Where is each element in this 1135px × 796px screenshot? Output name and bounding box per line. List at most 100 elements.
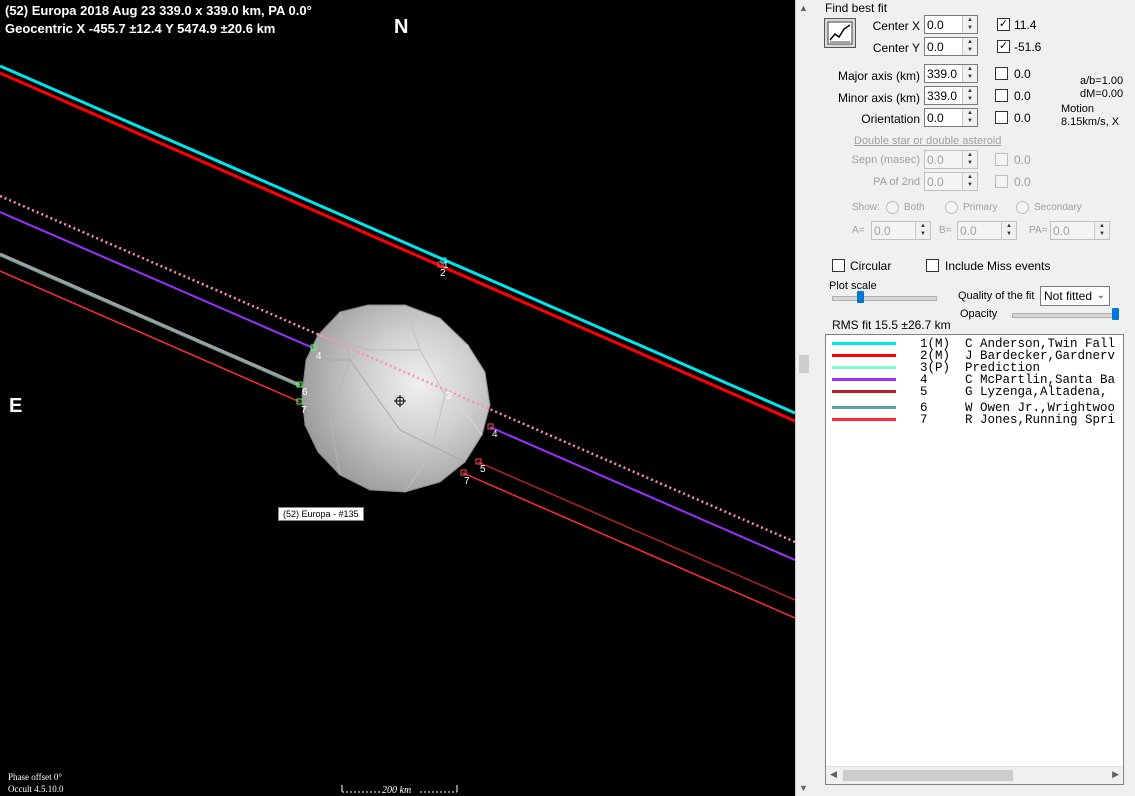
plot-scale-slider[interactable] (832, 296, 937, 301)
chord-label: 3 (446, 391, 452, 402)
pa2-fit-value: 0.0 (1014, 175, 1031, 189)
minor-axis-label: Minor axis (km) (837, 91, 920, 105)
major-axis-checkbox[interactable] (995, 67, 1008, 80)
sepn-fit-value: 0.0 (1014, 153, 1031, 167)
quality-label: Quality of the fit (958, 290, 1035, 302)
rms-fit: RMS fit 15.5 ±26.7 km (832, 318, 951, 332)
show-secondary-radio[interactable] (1016, 201, 1029, 214)
center-y-checkbox[interactable]: ✓ (997, 40, 1010, 53)
geocentric-offset: Geocentric X -455.7 ±12.4 Y 5474.9 ±20.6… (5, 21, 276, 36)
chord-label: 2 (440, 268, 446, 279)
show-primary-label: Primary (963, 202, 998, 213)
b-input[interactable]: 0.0 ▲ ▼ (957, 221, 1017, 240)
center-x-checkbox[interactable]: ✓ (997, 18, 1010, 31)
chord-6 (0, 252, 301, 387)
circular-checkbox[interactable] (832, 259, 845, 272)
a-input[interactable]: 0.0 ▲ ▼ (871, 221, 931, 240)
quality-select[interactable]: Not fitted ⌄ (1040, 286, 1110, 306)
motion-value: 8.15km/s, X (1061, 116, 1120, 128)
dm-value: dM=0.00 (1080, 88, 1124, 100)
major-axis-fit-value: 0.0 (1014, 67, 1031, 81)
chord-4a (0, 211, 314, 349)
sepn-input[interactable]: 0.0 ▲ ▼ (924, 150, 978, 169)
pa-input[interactable]: 0.0 ▲ ▼ (1050, 221, 1110, 240)
chart-icon (827, 21, 853, 45)
chord-label: 7 (464, 476, 470, 487)
legend-swatch (832, 342, 896, 345)
north-label: N (394, 16, 409, 38)
orientation-checkbox[interactable] (995, 111, 1008, 124)
include-miss-checkbox[interactable] (926, 259, 939, 272)
opacity-label: Opacity (960, 308, 998, 320)
opacity-slider[interactable] (1012, 313, 1119, 318)
scrollbar-thumb[interactable] (799, 355, 809, 373)
show-label: Show: (852, 202, 880, 213)
motion-label: Motion (1061, 103, 1095, 115)
legend-swatch (832, 378, 896, 381)
version-label: Occult 4.5.10.0 (8, 784, 64, 794)
chord-label: 5 (480, 464, 486, 475)
chord-label: 7 (301, 405, 307, 416)
show-both-radio[interactable] (886, 201, 899, 214)
center-x-fit-value: 11.4 (1014, 18, 1037, 32)
opacity-thumb[interactable] (1112, 308, 1119, 320)
chord-7a (0, 270, 301, 403)
plot-vertical-scrollbar[interactable]: ▲ ▼ (795, 0, 813, 796)
scroll-up-icon[interactable]: ▲ (799, 3, 808, 13)
legend-swatch (832, 354, 896, 357)
orientation-label: Orientation (861, 112, 920, 126)
legend-swatch (832, 418, 896, 421)
center-y-input[interactable]: 0.0 ▲ ▼ (924, 37, 978, 56)
observer-legend[interactable]: 1(M) C Anderson,Twin Fall 2(M) J Bardeck… (825, 334, 1124, 785)
include-miss-label: Include Miss events (945, 259, 1051, 273)
pa2-label: PA of 2nd (873, 176, 920, 188)
sepn-checkbox[interactable] (995, 153, 1008, 166)
pa2-input[interactable]: 0.0 ▲ ▼ (924, 172, 978, 191)
legend-row[interactable]: 5 G Lyzenga,Altadena, (826, 385, 1123, 399)
object-tag: (52) Europa - #135 (278, 507, 364, 521)
chord-5 (477, 461, 795, 601)
show-both-label: Both (904, 202, 925, 213)
scrollbar-thumb[interactable] (843, 770, 1013, 781)
event-title: (52) Europa 2018 Aug 23 339.0 x 339.0 km… (5, 3, 312, 18)
legend-swatch (832, 366, 896, 369)
center-y-label: Center Y (872, 41, 920, 55)
east-label: E (9, 395, 23, 417)
chord-label: 4 (492, 429, 498, 440)
minor-axis-input[interactable]: 339.0 ▲ ▼ (924, 86, 978, 105)
chord-label: 4 (316, 351, 322, 362)
scroll-left-icon[interactable]: ◀ (830, 769, 837, 780)
major-axis-input[interactable]: 339.0 ▲ ▼ (924, 64, 978, 83)
center-x-label: Center X (872, 19, 920, 33)
center-y-fit-value: -51.6 (1014, 40, 1042, 54)
scroll-right-icon[interactable]: ▶ (1112, 769, 1119, 780)
chevron-down-icon: ⌄ (1096, 290, 1105, 301)
find-best-fit-label: Find best fit (825, 1, 888, 15)
minor-axis-fit-value: 0.0 (1014, 89, 1031, 103)
orientation-input[interactable]: 0.0 ▲ ▼ (924, 108, 978, 127)
pa2-checkbox[interactable] (995, 175, 1008, 188)
occultation-plot[interactable]: (52) Europa 2018 Aug 23 339.0 x 339.0 km… (0, 0, 795, 796)
a-label: A= (852, 225, 865, 236)
chord-6-inner (0, 255, 301, 388)
sepn-label: Sepn (masec) (851, 154, 920, 166)
ab-ratio: a/b=1.00 (1080, 75, 1124, 87)
show-secondary-label: Secondary (1034, 202, 1082, 213)
fit-panel: Find best fit Center X 0.0 ▲ ▼ ✓ 11.4 Cent… (812, 0, 1135, 796)
double-star-label: Double star or double asteroid (854, 135, 1002, 147)
chord-4b (489, 426, 795, 561)
plot-canvas (0, 64, 795, 793)
legend-row[interactable]: 7 R Jones,Running Spri (826, 413, 1123, 427)
major-axis-label: Major axis (km) (837, 69, 920, 83)
legend-swatch (832, 406, 896, 409)
legend-horizontal-scrollbar[interactable]: ◀ ▶ (826, 766, 1123, 784)
orientation-fit-value: 0.0 (1014, 111, 1031, 125)
minor-axis-checkbox[interactable] (995, 89, 1008, 102)
plot-scale-thumb[interactable] (857, 291, 864, 303)
scroll-down-icon[interactable]: ▼ (799, 783, 808, 793)
pa-label: PA= (1029, 225, 1048, 236)
show-primary-radio[interactable] (945, 201, 958, 214)
center-x-input[interactable]: 0.0 ▲ ▼ (924, 15, 978, 34)
asteroid-shape (301, 304, 491, 493)
legend-text: 5 G Lyzenga,Altadena, (920, 385, 1108, 399)
